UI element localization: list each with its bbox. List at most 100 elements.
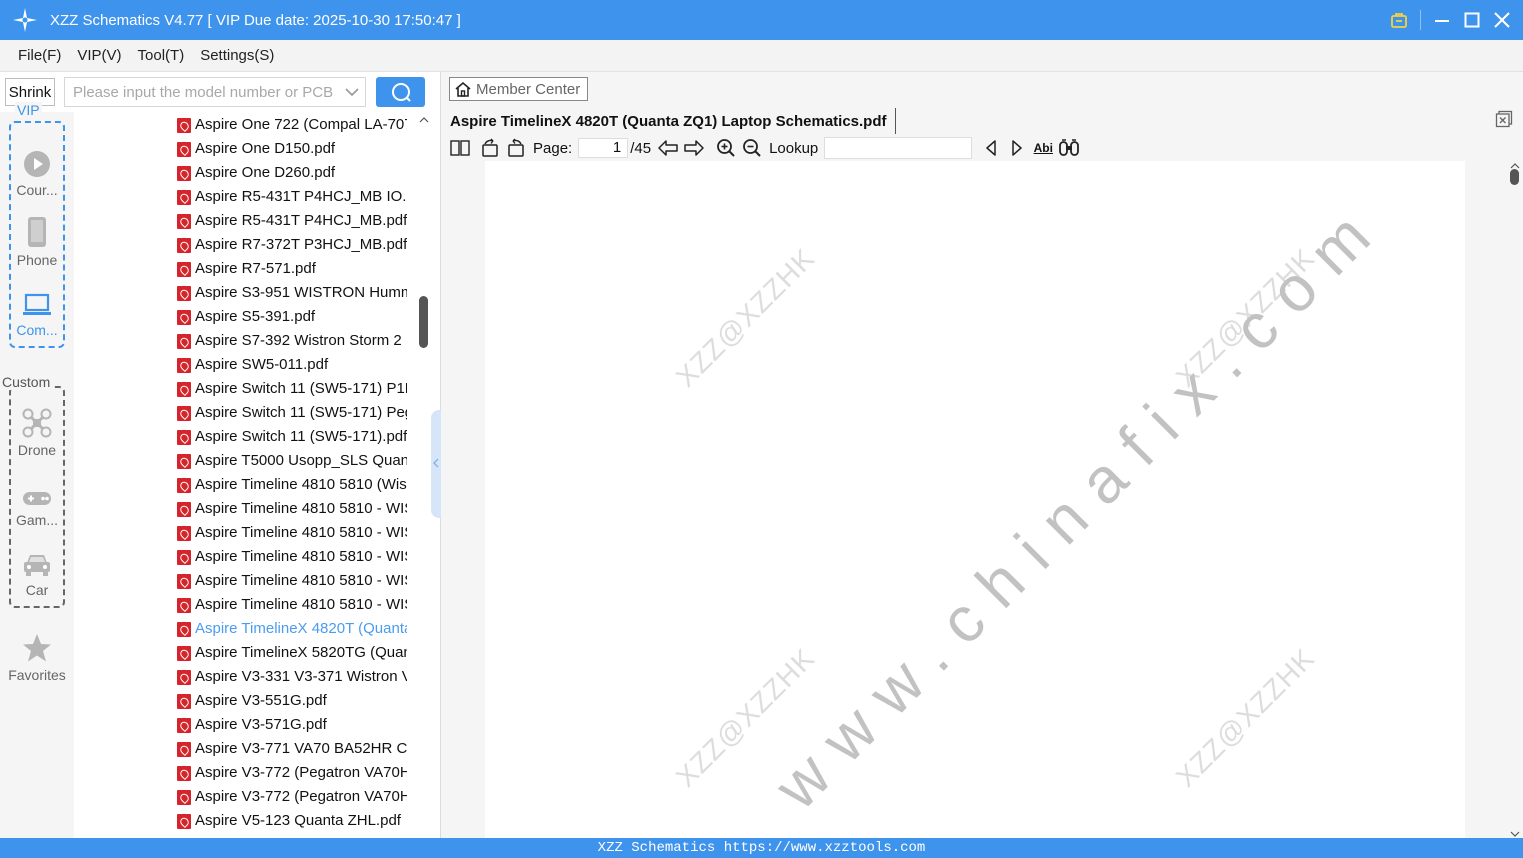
file-list-item[interactable]: Aspire S5-391.pdf: [74, 305, 417, 329]
pdf-file-icon: [177, 262, 191, 277]
file-list-item[interactable]: Aspire One 722 (Compal LA-707: [74, 113, 417, 137]
status-bar: XZZ Schematics https://www.xzztools.com: [0, 838, 1523, 858]
file-list-item[interactable]: Aspire R5-431T P4HCJ_MB.pdf: [74, 209, 417, 233]
pdf-file-icon: [177, 286, 191, 301]
file-list-item[interactable]: Aspire S7-392 Wistron Storm 2 U: [74, 329, 417, 353]
chevron-down-icon[interactable]: [339, 87, 365, 97]
file-list-item[interactable]: Aspire Timeline 4810 5810 - WIS: [74, 593, 417, 617]
binoculars-icon[interactable]: [1056, 137, 1082, 159]
document-page[interactable]: XZZ@XZZHK XZZ@XZZHK XZZ@XZZHK XZZ@XZZHK …: [485, 161, 1465, 838]
menu-file[interactable]: File(F): [18, 47, 61, 64]
category-courses[interactable]: Cour...: [0, 142, 74, 212]
lookup-input[interactable]: [824, 137, 973, 159]
menu-settings[interactable]: Settings(S): [200, 47, 274, 64]
file-list-item[interactable]: Aspire Timeline 4810 5810 (Wist: [74, 473, 417, 497]
chevron-left-icon: [433, 458, 439, 468]
category-game[interactable]: Gam...: [0, 472, 74, 542]
search-button[interactable]: [376, 77, 425, 107]
category-computer[interactable]: Com...: [0, 282, 74, 352]
file-list-item[interactable]: Aspire SW5-011.pdf: [74, 353, 417, 377]
file-list-item[interactable]: Aspire Timeline 4810 5810 - WIS: [74, 545, 417, 569]
category-drone[interactable]: Drone: [0, 402, 74, 472]
file-list-item[interactable]: Aspire R7-571.pdf: [74, 257, 417, 281]
two-page-view-icon[interactable]: [447, 137, 473, 159]
category-favorites[interactable]: Favorites: [0, 627, 74, 697]
vip-group-label: VIP: [15, 102, 42, 118]
member-center-button[interactable]: Member Center: [449, 77, 588, 101]
file-list-item[interactable]: Aspire V5-123 Quanta ZHL.pdf: [74, 809, 417, 833]
file-list-item[interactable]: Aspire V3-331 V3-371 Wistron V: [74, 665, 417, 689]
pdf-file-icon: [177, 358, 191, 373]
zoom-in-icon[interactable]: [713, 137, 739, 159]
file-list-item[interactable]: Aspire V3-571G.pdf: [74, 713, 417, 737]
search-previous-icon[interactable]: [978, 137, 1004, 159]
pdf-file-icon: [177, 574, 191, 589]
category-label: Car: [25, 582, 49, 598]
page-label: Page:: [533, 139, 573, 157]
close-tab-icon[interactable]: [1495, 110, 1513, 128]
file-list-item[interactable]: Aspire R5-431T P4HCJ_MB IO.pdf: [74, 185, 417, 209]
file-list-item[interactable]: Aspire Timeline 4810 5810 - WIS: [74, 569, 417, 593]
document-tab[interactable]: Aspire TimelineX 4820T (Quanta ZQ1) Lapt…: [450, 108, 896, 134]
menu-tool[interactable]: Tool(T): [138, 47, 185, 64]
zoom-out-icon[interactable]: [739, 137, 765, 159]
document-scrollbar[interactable]: [1507, 161, 1523, 838]
file-name: Aspire One D260.pdf: [195, 164, 336, 181]
pdf-file-icon: [177, 430, 191, 445]
file-list-item[interactable]: Aspire Timeline 4810 5810 - WIS: [74, 521, 417, 545]
search-placeholder: Please input the model number or PCB: [73, 83, 334, 101]
lookup-label: Lookup: [769, 139, 819, 157]
file-name: Aspire S5-391.pdf: [195, 308, 316, 325]
search-input[interactable]: Please input the model number or PCB: [64, 77, 366, 107]
rotate-left-icon[interactable]: [477, 137, 503, 159]
scrollbar-thumb[interactable]: [419, 296, 428, 348]
file-list-item[interactable]: Aspire TimelineX 4820T (Quanta: [74, 617, 417, 641]
menu-vip[interactable]: VIP(V): [77, 47, 121, 64]
scrollbar-thumb[interactable]: [1510, 169, 1519, 185]
previous-page-icon[interactable]: [655, 137, 681, 159]
file-list-item[interactable]: Aspire S3-951 WISTRON Humm: [74, 281, 417, 305]
close-button[interactable]: [1493, 11, 1511, 29]
file-list-scrollbar[interactable]: [417, 112, 431, 838]
pdf-file-icon: [177, 190, 191, 205]
file-list-item[interactable]: Aspire One D260.pdf: [74, 161, 417, 185]
match-case-button[interactable]: Abi: [1030, 137, 1056, 159]
maximize-button[interactable]: [1463, 11, 1481, 29]
phone-icon: [27, 212, 47, 248]
menu-bar: File(F) VIP(V) Tool(T) Settings(S): [0, 40, 1523, 72]
file-list-item[interactable]: Aspire Switch 11 (SW5-171) Peg: [74, 401, 417, 425]
category-label: Cour...: [16, 182, 58, 198]
file-name: Aspire R5-431T P4HCJ_MB IO.pdf: [195, 188, 407, 205]
category-phone[interactable]: Phone: [0, 212, 74, 282]
file-list-item[interactable]: Aspire V3-772 (Pegatron VA70H: [74, 785, 417, 809]
collapse-panel-button[interactable]: [431, 410, 441, 518]
file-list-item[interactable]: Aspire Switch 11 (SW5-171).pdf: [74, 425, 417, 449]
minimize-button[interactable]: [1433, 11, 1451, 29]
category-sidebar: VIP Cour... Phone Com... Custom Drone Ga…: [0, 102, 74, 838]
file-name: Aspire Switch 11 (SW5-171) Peg: [195, 404, 407, 421]
file-list-item[interactable]: Aspire Switch 11 (SW5-171) P1H: [74, 377, 417, 401]
file-list-item[interactable]: Aspire R7-372T P3HCJ_MB.pdf: [74, 233, 417, 257]
category-car[interactable]: Car: [0, 542, 74, 612]
rotate-right-icon[interactable]: [503, 137, 529, 159]
file-name: Aspire One 722 (Compal LA-707: [195, 116, 407, 133]
file-list-item[interactable]: Aspire One D150.pdf: [74, 137, 417, 161]
file-name: Aspire One D150.pdf: [195, 140, 336, 157]
search-next-icon[interactable]: [1004, 137, 1030, 159]
pdf-file-icon: [177, 718, 191, 733]
file-name: Aspire V3-771 VA70 BA52HR CR: [195, 740, 407, 757]
file-name: Aspire Timeline 4810 5810 - WIS: [195, 572, 407, 589]
page-number-input[interactable]: 1: [578, 138, 629, 158]
file-list-item[interactable]: Aspire V3-772 (Pegatron VA70H: [74, 761, 417, 785]
file-list-item[interactable]: Aspire V3-771 VA70 BA52HR CR: [74, 737, 417, 761]
file-list-item[interactable]: Aspire TimelineX 5820TG (Quan: [74, 641, 417, 665]
pdf-file-icon: [177, 238, 191, 253]
file-list-item[interactable]: Aspire V3-551G.pdf: [74, 689, 417, 713]
next-page-icon[interactable]: [681, 137, 707, 159]
vip-bag-icon[interactable]: [1390, 11, 1408, 29]
file-list-item[interactable]: Aspire T5000 Usopp_SLS Quanta: [74, 449, 417, 473]
file-name: Aspire S3-951 WISTRON Humm: [195, 284, 407, 301]
file-list-item[interactable]: Aspire Timeline 4810 5810 - WIS: [74, 497, 417, 521]
file-name: Aspire V3-772 (Pegatron VA70H: [195, 788, 407, 805]
pdf-file-icon: [177, 334, 191, 349]
